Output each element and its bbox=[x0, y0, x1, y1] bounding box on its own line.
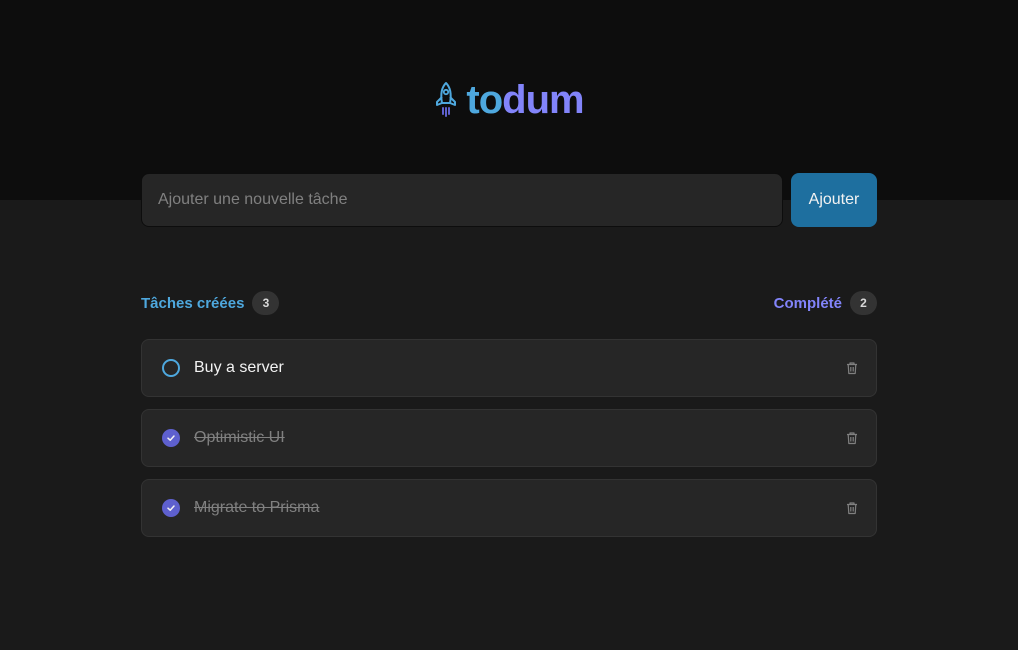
trash-icon[interactable] bbox=[840, 496, 864, 520]
task-item: Optimistic UI bbox=[141, 409, 877, 467]
new-task-input[interactable] bbox=[141, 173, 783, 227]
completed-count-badge: 2 bbox=[850, 291, 877, 315]
task-item: Buy a server bbox=[141, 339, 877, 397]
task-checkbox-checked[interactable] bbox=[162, 429, 180, 447]
task-checkbox-checked[interactable] bbox=[162, 499, 180, 517]
created-counter: Tâches créées 3 bbox=[141, 291, 280, 315]
rocket-icon bbox=[434, 81, 458, 119]
completed-label: Complété bbox=[773, 294, 842, 312]
new-task-form: Ajouter bbox=[141, 173, 877, 227]
logo-text-dum: dum bbox=[502, 78, 584, 122]
add-task-button[interactable]: Ajouter bbox=[791, 173, 877, 227]
logo-text-to: to bbox=[466, 78, 503, 122]
task-counters: Tâches créées 3 Complété 2 bbox=[141, 291, 877, 315]
logo-text: todum bbox=[466, 78, 584, 122]
task-list: Buy a server Optimistic UI Migrate to Pr… bbox=[141, 339, 877, 537]
completed-counter: Complété 2 bbox=[774, 291, 877, 315]
task-text: Optimistic UI bbox=[194, 429, 285, 446]
task-checkbox[interactable] bbox=[162, 359, 180, 377]
check-icon bbox=[167, 505, 175, 511]
task-text: Migrate to Prisma bbox=[194, 499, 320, 516]
trash-icon[interactable] bbox=[840, 426, 864, 450]
task-item: Migrate to Prisma bbox=[141, 479, 877, 537]
trash-icon[interactable] bbox=[840, 356, 864, 380]
created-label: Tâches créées bbox=[141, 294, 245, 312]
check-icon bbox=[167, 435, 175, 441]
created-count-badge: 3 bbox=[252, 291, 280, 315]
app-logo: todum bbox=[0, 78, 1018, 122]
task-text: Buy a server bbox=[194, 359, 284, 376]
